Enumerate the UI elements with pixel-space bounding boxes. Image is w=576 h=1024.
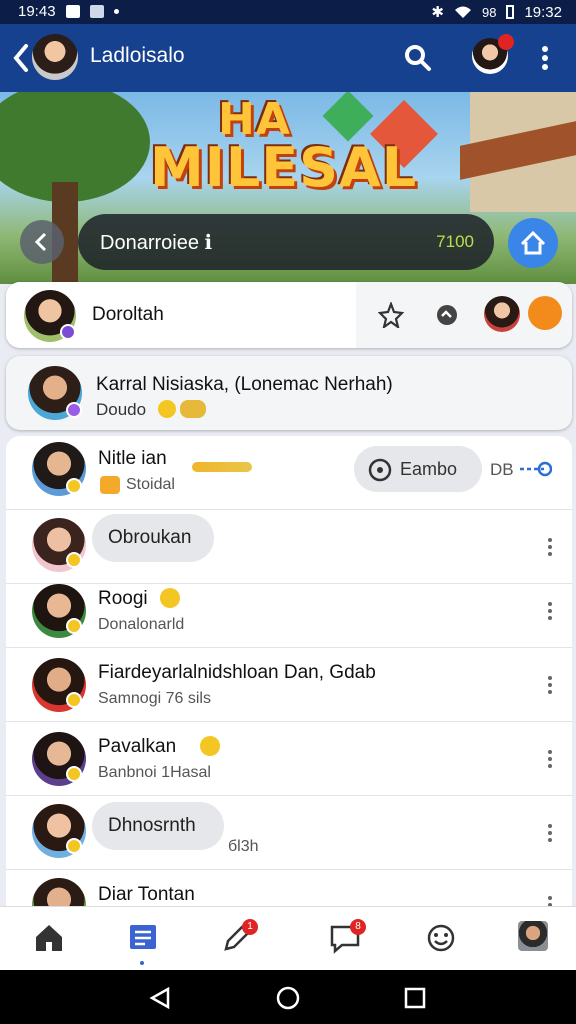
feed-icon[interactable] <box>126 921 160 955</box>
profile-tab-avatar[interactable] <box>518 921 548 951</box>
forward-arrow-icon[interactable] <box>518 460 552 478</box>
game-info-pill[interactable]: Donarroiee ℹ 7100 <box>78 214 494 270</box>
pin-icon[interactable] <box>378 302 404 328</box>
reaction-emoji-icon[interactable] <box>528 296 562 330</box>
header-member-avatar[interactable] <box>484 296 520 332</box>
contact-status: Samnogi 76 sils <box>98 690 211 707</box>
party-emoji-icon <box>180 400 206 418</box>
header-name: Doroltah <box>92 304 164 325</box>
profile-badge <box>498 34 514 50</box>
status-time-right: 19:32 <box>524 3 562 21</box>
smile-emoji-icon <box>160 588 180 608</box>
app-bar: Ladloisalo <box>0 24 576 92</box>
chat-badge: 8 <box>350 919 366 935</box>
more-options-icon[interactable] <box>548 676 552 694</box>
contact-avatar[interactable] <box>32 878 86 906</box>
overflow-menu-icon[interactable] <box>542 46 548 70</box>
list-item[interactable]: Dhnosrnth бl3h <box>6 796 572 870</box>
search-icon[interactable] <box>404 44 432 72</box>
notification-icon <box>65 5 80 18</box>
home-icon[interactable] <box>32 921 66 955</box>
contact-name: Roogi <box>98 588 148 609</box>
system-recents-icon[interactable] <box>404 987 426 1009</box>
active-tab-indicator <box>140 961 144 965</box>
pinned-sub: Doudo <box>96 400 147 419</box>
status-bar: 19:43 ✱ 98 19:32 <box>0 0 576 24</box>
emoji-trail-icon <box>192 462 252 472</box>
list-item[interactable]: Fiardeyarlalnidshloan Dan, Gdab Samnogi … <box>6 648 572 722</box>
pinned-avatar-badge <box>66 402 82 418</box>
header-avatar-badge <box>60 324 76 340</box>
game-title-line2: MILESAL <box>150 136 418 199</box>
dot-icon <box>113 9 119 14</box>
more-options-icon[interactable] <box>548 750 552 768</box>
more-options-icon[interactable] <box>548 896 552 906</box>
list-item[interactable]: Pavalkan Banbnoi 1Hasal <box>6 722 572 796</box>
list-item[interactable]: Diar Tontan <box>6 870 572 906</box>
more-options-icon[interactable] <box>548 538 552 556</box>
avatar-status-badge <box>66 766 82 782</box>
system-back-icon[interactable] <box>148 986 172 1010</box>
avatar-status-badge <box>66 692 82 708</box>
home-shortcut-button[interactable] <box>508 218 558 268</box>
list-item[interactable]: Nitle ian Stoidal Eambo DB <box>6 436 572 510</box>
message-bubble[interactable]: Obroukan <box>92 514 214 562</box>
battery-icon <box>506 5 515 19</box>
contact-status: Donalonarld <box>98 616 185 633</box>
contact-name: Fiardeyarlalnidshloan Dan, Gdab <box>98 662 376 683</box>
star-emoji-icon <box>100 476 120 494</box>
message-bubble[interactable]: Dhnosrnth <box>92 802 224 850</box>
app-title: Ladloisalo <box>90 44 185 67</box>
contact-status: Banbnoi 1Hasal <box>98 764 211 781</box>
mute-icon: ✱ <box>431 4 444 21</box>
avatar-status-badge <box>66 838 82 854</box>
smile-emoji-icon <box>158 400 176 418</box>
house-icon <box>520 230 546 255</box>
pencil-badge: 1 <box>242 919 258 935</box>
list-item[interactable]: Obroukan <box>6 510 572 584</box>
pinned-name: Karral Nisiaska, (Lonemac Nerhah) <box>96 374 393 395</box>
contact-name: Nitle ian <box>98 448 167 469</box>
message-time: бl3h <box>228 838 259 855</box>
game-info-text: Donarroiee ℹ <box>100 232 213 254</box>
contact-name: Diar Tontan <box>98 884 195 905</box>
voice-call-icon <box>368 458 392 482</box>
pinned-conversation[interactable]: Karral Nisiaska, (Lonemac Nerhah) Doudo <box>6 356 572 430</box>
status-time-left: 19:43 <box>18 3 56 20</box>
more-options-icon[interactable] <box>548 602 552 620</box>
smile-emoji-icon <box>200 736 220 756</box>
bottom-navigation: 1 8 <box>0 906 576 970</box>
group-header-card[interactable]: Doroltah <box>6 282 572 348</box>
contact-status: Stoidal <box>126 476 175 493</box>
system-navigation <box>0 970 576 1024</box>
banner-kite-green-icon <box>322 92 374 142</box>
app-notification-icon <box>89 5 104 18</box>
avatar-status-badge <box>66 478 82 494</box>
contact-avatar[interactable] <box>32 34 78 80</box>
list-item[interactable]: Roogi Donalonarld <box>6 574 572 648</box>
conversation-list: Nitle ian Stoidal Eambo DB Obroukan Roog… <box>6 436 572 906</box>
game-info-value: 7100 <box>436 232 474 251</box>
call-chip-label: Eambo <box>400 459 458 479</box>
banner-back-button[interactable] <box>20 220 64 264</box>
back-arrow-icon[interactable] <box>10 42 32 74</box>
wifi-icon <box>454 6 471 18</box>
battery-percent: 98 <box>481 4 497 20</box>
call-extra: DB <box>490 460 514 479</box>
mute-chat-icon[interactable] <box>434 302 460 328</box>
chevron-left-icon <box>34 232 47 252</box>
contact-name: Pavalkan <box>98 736 177 757</box>
avatar-status-badge <box>66 618 82 634</box>
smiley-icon[interactable] <box>424 921 458 955</box>
call-chip[interactable]: Eambo <box>354 446 482 492</box>
avatar-status-badge <box>66 552 82 568</box>
more-options-icon[interactable] <box>548 824 552 842</box>
system-home-icon[interactable] <box>276 986 300 1010</box>
